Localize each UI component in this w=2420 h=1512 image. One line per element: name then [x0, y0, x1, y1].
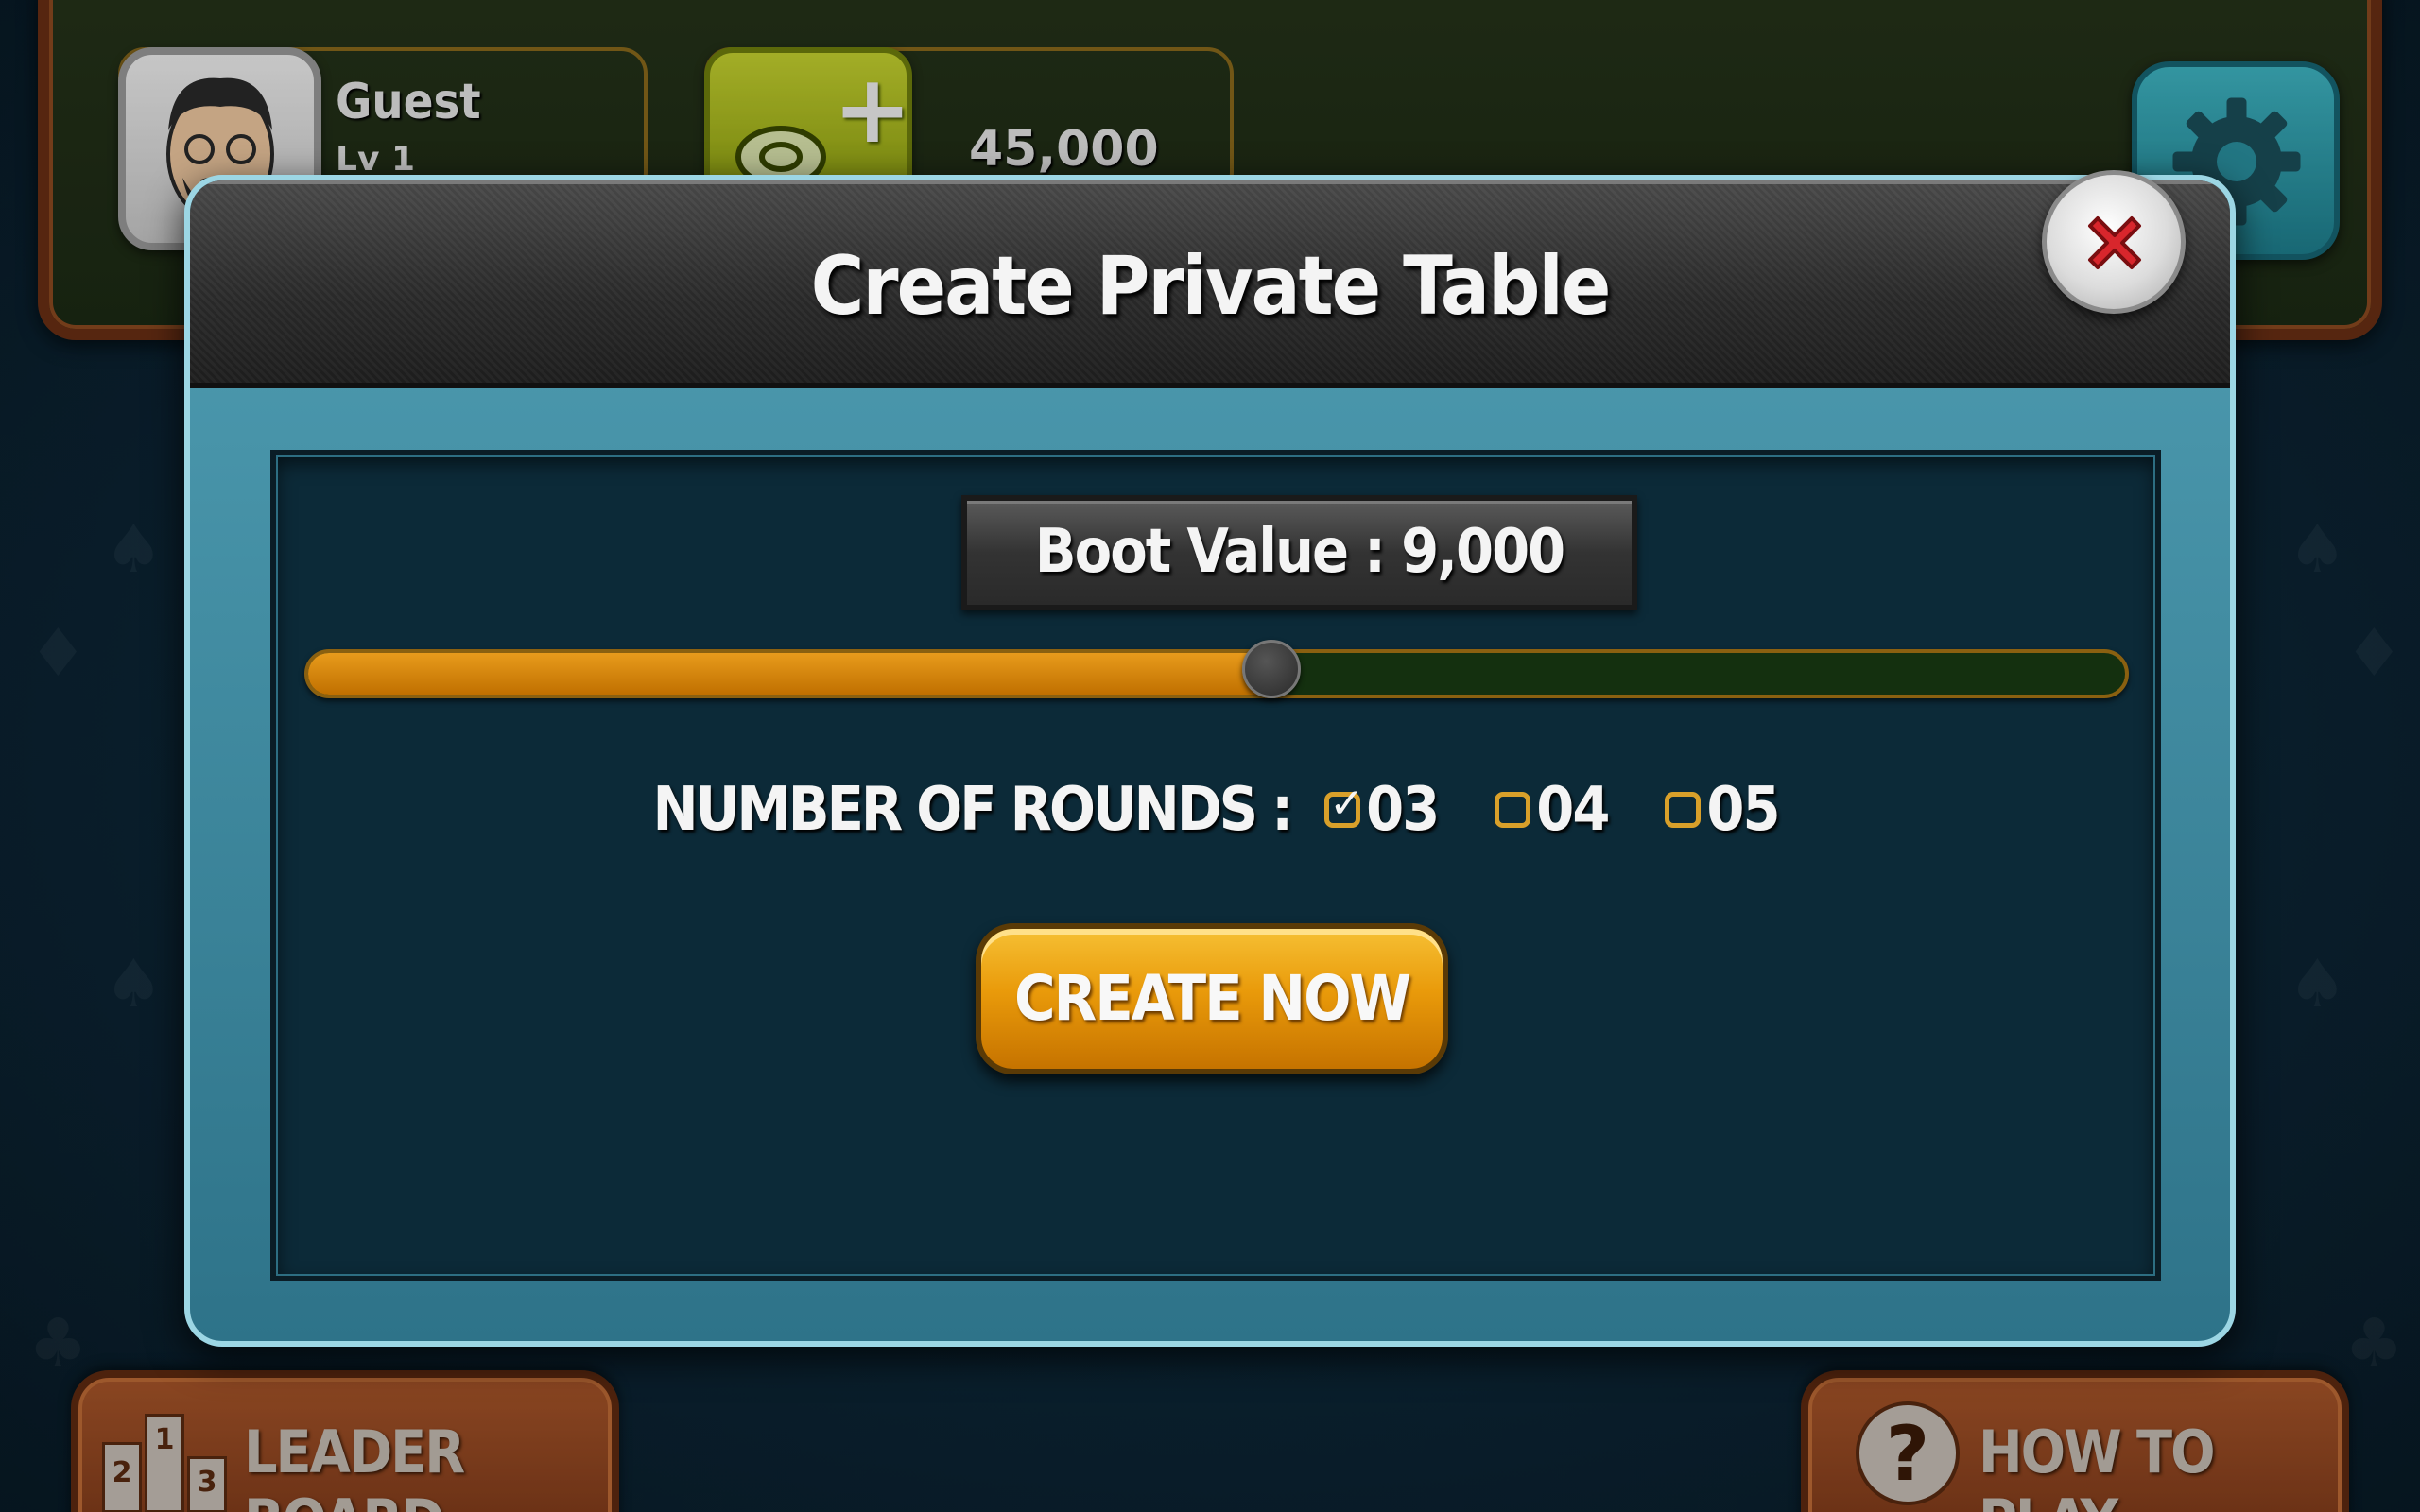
close-icon — [2088, 216, 2141, 269]
rounds-label: NUMBER OF ROUNDS : — [652, 775, 1293, 845]
slider-fill — [308, 653, 1271, 695]
round-option-label: 04 — [1536, 775, 1610, 845]
checkbox-icon[interactable] — [1665, 792, 1702, 828]
checkmark-icon: ✓ — [1329, 780, 1365, 828]
round-option-label: 05 — [1706, 775, 1780, 845]
boot-value-slider[interactable] — [304, 640, 2129, 698]
boot-value-label: Boot Value : 9,000 — [1034, 517, 1565, 587]
close-button[interactable] — [2042, 170, 2186, 314]
slider-knob[interactable] — [1241, 640, 1301, 698]
boot-value-display: Boot Value : 9,000 — [961, 495, 1637, 610]
round-option-03[interactable]: ✓ 03 — [1324, 775, 1440, 845]
round-option-05[interactable]: 05 — [1665, 775, 1781, 845]
dialog-content-panel: Boot Value : 9,000 NUMBER OF ROUNDS : ✓ … — [270, 450, 2161, 1281]
checkbox-icon[interactable]: ✓ — [1324, 783, 1364, 828]
create-private-table-dialog: Create Private Table Boot Value : 9,000 … — [184, 175, 2236, 1347]
dialog-header: Create Private Table — [190, 180, 2230, 388]
rounds-selector: NUMBER OF ROUNDS : ✓ 03 04 05 — [276, 772, 2155, 848]
dialog-title: Create Private Table — [810, 239, 1612, 334]
checkbox-icon[interactable] — [1495, 792, 1531, 828]
round-option-04[interactable]: 04 — [1495, 775, 1610, 845]
create-now-label: CREATE NOW — [1013, 962, 1411, 1035]
round-option-label: 03 — [1366, 775, 1440, 845]
create-now-button[interactable]: CREATE NOW — [976, 923, 1448, 1074]
